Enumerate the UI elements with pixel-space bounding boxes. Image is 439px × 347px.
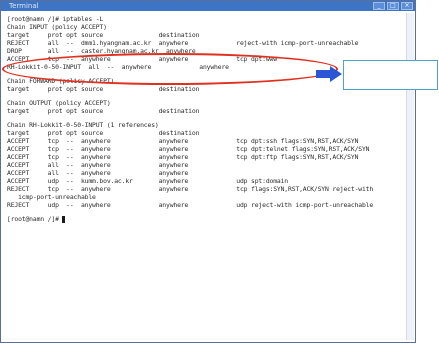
- terminal-line: Chain RH-Lokkit-0-50-INPUT (1 references…: [7, 121, 159, 129]
- terminal-line: icmp-port-unreachable: [7, 193, 96, 201]
- terminal-line: [root@namn /]#: [7, 215, 405, 223]
- highlight-ellipse: [2, 53, 338, 85]
- terminal-line: ACCEPT tcp -- anywhere anywhere tcp dpt:…: [7, 145, 370, 153]
- terminal-window: Terminal _ □ × [root@namn /]# iptables -…: [0, 0, 416, 343]
- minimize-button[interactable]: _: [373, 2, 385, 10]
- callout-box: [343, 60, 438, 90]
- terminal-line: ACCEPT udp -- kumm.bov.ac.kr anywhere ud…: [7, 177, 289, 185]
- title-bar[interactable]: Terminal _ □ ×: [1, 1, 415, 11]
- terminal-line: target prot opt source destination: [7, 107, 200, 115]
- terminal-line: target prot opt source destination: [7, 129, 200, 137]
- terminal-line: REJECT udp -- anywhere anywhere udp reje…: [7, 201, 374, 209]
- maximize-button[interactable]: □: [387, 2, 399, 10]
- window-title: Terminal: [9, 2, 39, 10]
- terminal-line: ACCEPT tcp -- anywhere anywhere tcp dpt:…: [7, 137, 359, 145]
- arrow-right-icon: [316, 66, 342, 82]
- terminal-line: REJECT all -- dmm1.hyangnam.ac.kr anywhe…: [7, 39, 359, 47]
- window-controls: _ □ ×: [373, 2, 413, 10]
- close-button[interactable]: ×: [401, 2, 413, 10]
- text-cursor: [62, 215, 66, 223]
- terminal-line: [root@namn /]# iptables -L: [7, 15, 104, 23]
- terminal-line: ACCEPT tcp -- anywhere anywhere tcp dpt:…: [7, 153, 359, 161]
- terminal-line: ACCEPT all -- anywhere anywhere: [7, 169, 189, 177]
- terminal-line: ACCEPT all -- anywhere anywhere: [7, 161, 189, 169]
- terminal-line: Chain INPUT (policy ACCEPT): [7, 23, 107, 31]
- terminal-line: target prot opt source destination: [7, 31, 200, 39]
- terminal-line: REJECT tcp -- anywhere anywhere tcp flag…: [7, 185, 374, 193]
- terminal-line: Chain OUTPUT (policy ACCEPT): [7, 99, 111, 107]
